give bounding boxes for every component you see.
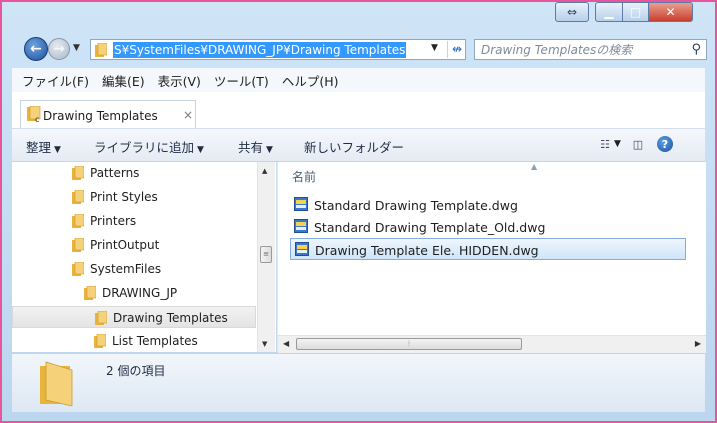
nav-item-label: DRAWING_JP bbox=[102, 286, 178, 300]
organize-button[interactable]: 整理 ▼ bbox=[26, 137, 61, 156]
large-folder-icon bbox=[40, 361, 73, 406]
add-to-library-label: ライブラリに追加 bbox=[94, 140, 195, 155]
folder-icon bbox=[95, 311, 107, 325]
search-input[interactable] bbox=[481, 42, 681, 57]
dwg-file-icon bbox=[295, 242, 309, 256]
menu-tools[interactable]: ツール(T) bbox=[214, 71, 269, 90]
forward-button[interactable]: → bbox=[48, 38, 70, 60]
folder-icon bbox=[95, 43, 107, 57]
file-horizontal-scrollbar[interactable]: ◀ ⦙ ▶ bbox=[278, 335, 706, 353]
menu-help[interactable]: ヘルプ(H) bbox=[282, 71, 339, 90]
folder-icon bbox=[94, 334, 106, 348]
navigation-pane: Patterns Print Styles Printers PrintOutp… bbox=[12, 162, 276, 352]
folder-icon bbox=[84, 286, 96, 300]
folder-icon bbox=[72, 238, 84, 252]
dwg-file-icon bbox=[294, 197, 308, 211]
file-name: Drawing Template Ele. HIDDEN.dwg bbox=[315, 243, 539, 258]
chevron-down-icon: ▼ bbox=[266, 145, 273, 155]
nav-vertical-scrollbar[interactable]: ▲ ≡ ▼ bbox=[257, 162, 275, 352]
scroll-right-icon[interactable]: ▶ bbox=[695, 339, 701, 348]
nav-item-label: Drawing Templates bbox=[113, 311, 228, 325]
history-dropdown-icon[interactable]: ▼ bbox=[73, 43, 80, 53]
tab-prefix: c bbox=[35, 115, 39, 122]
chevron-down-icon: ▼ bbox=[54, 145, 61, 155]
nav-item-list-templates[interactable]: List Templates bbox=[12, 330, 256, 352]
tab-close-icon[interactable]: × bbox=[183, 108, 193, 122]
nav-item-label: Print Styles bbox=[90, 190, 158, 204]
close-icon: ✕ bbox=[665, 5, 676, 19]
address-row: ← → ▼ S¥SystemFiles¥DRAWING_JP¥Drawing T… bbox=[10, 34, 707, 64]
scroll-left-icon[interactable]: ◀ bbox=[283, 339, 289, 348]
menu-file[interactable]: ファイル(F) bbox=[22, 71, 89, 90]
folder-icon bbox=[72, 190, 84, 204]
nav-item-printoutput[interactable]: PrintOutput bbox=[12, 234, 256, 256]
nav-item-printers[interactable]: Printers bbox=[12, 210, 256, 232]
tab-label: Drawing Templates bbox=[43, 109, 158, 123]
maximize-icon: □ bbox=[629, 5, 642, 19]
scrollbar-thumb[interactable]: ⦙ bbox=[296, 338, 522, 350]
details-pane: 2 個の項目 bbox=[12, 353, 705, 412]
search-box[interactable]: ⚲ bbox=[474, 39, 707, 60]
nav-item-label: SystemFiles bbox=[90, 262, 162, 276]
file-list-pane: ▲ 名前 Standard Drawing Template.dwg Stand… bbox=[277, 162, 706, 353]
caption-buttons: ⇔ ▁ □ ✕ bbox=[553, 2, 693, 24]
dwg-file-icon bbox=[294, 219, 308, 233]
nav-item-drawing-jp[interactable]: DRAWING_JP bbox=[12, 282, 256, 304]
item-count: 2 個の項目 bbox=[106, 364, 166, 378]
file-item[interactable]: Standard Drawing Template.dwg bbox=[290, 194, 686, 216]
menu-view[interactable]: 表示(V) bbox=[158, 71, 201, 90]
folder-icon bbox=[72, 262, 84, 276]
nav-item-drawing-templates[interactable]: Drawing Templates bbox=[12, 306, 256, 328]
share-label: 共有 bbox=[238, 140, 264, 155]
sort-ascending-icon: ▲ bbox=[531, 162, 538, 171]
share-button[interactable]: 共有 ▼ bbox=[238, 137, 273, 156]
search-icon[interactable]: ⚲ bbox=[691, 42, 701, 57]
view-controls: ☷ ▼ ◫ ? bbox=[588, 136, 673, 152]
switch-window-button[interactable]: ⇔ bbox=[555, 2, 589, 22]
nav-item-label: Patterns bbox=[90, 166, 140, 180]
nav-item-label: PrintOutput bbox=[90, 238, 160, 252]
view-options-icon[interactable]: ☷ bbox=[596, 136, 614, 152]
tab-drawing-templates[interactable]: c Drawing Templates × bbox=[20, 100, 196, 128]
back-arrow-icon: ← bbox=[30, 41, 42, 57]
address-path-text[interactable]: S¥SystemFiles¥DRAWING_JP¥Drawing Templat… bbox=[113, 42, 407, 58]
menu-edit[interactable]: 編集(E) bbox=[102, 71, 145, 90]
file-name: Standard Drawing Template.dwg bbox=[314, 198, 518, 213]
preview-pane-icon[interactable]: ◫ bbox=[629, 136, 647, 152]
forward-arrow-icon: → bbox=[53, 41, 65, 57]
close-button[interactable]: ✕ bbox=[649, 2, 693, 22]
nav-item-label: List Templates bbox=[112, 334, 198, 348]
menu-bar: ファイル(F) 編集(E) 表示(V) ツール(T) ヘルプ(H) bbox=[12, 68, 705, 92]
new-folder-button[interactable]: 新しいフォルダー bbox=[304, 137, 404, 156]
nav-item-label: Printers bbox=[90, 214, 137, 228]
organize-label: 整理 bbox=[26, 140, 52, 155]
nav-item-print-styles[interactable]: Print Styles bbox=[12, 186, 256, 208]
chevron-down-icon: ▼ bbox=[197, 145, 204, 155]
folder-icon bbox=[72, 214, 84, 228]
maximize-button[interactable]: □ bbox=[623, 2, 649, 22]
refresh-icon[interactable]: ↮ bbox=[447, 41, 466, 58]
switch-icon: ⇔ bbox=[566, 5, 578, 19]
add-to-library-button[interactable]: ライブラリに追加 ▼ bbox=[94, 137, 204, 156]
tab-strip: c Drawing Templates × bbox=[12, 92, 705, 129]
help-icon[interactable]: ? bbox=[656, 136, 673, 152]
nav-item-systemfiles[interactable]: SystemFiles bbox=[12, 258, 256, 280]
address-dropdown-icon[interactable]: ▼ bbox=[431, 43, 438, 53]
file-name: Standard Drawing Template_Old.dwg bbox=[314, 220, 546, 235]
file-item-selected[interactable]: Drawing Template Ele. HIDDEN.dwg bbox=[290, 238, 686, 260]
folder-icon: c bbox=[27, 106, 41, 122]
scrollbar-thumb[interactable]: ≡ bbox=[260, 246, 272, 263]
command-bar: 整理 ▼ ライブラリに追加 ▼ 共有 ▼ 新しいフォルダー ☷ ▼ ◫ ? bbox=[12, 129, 705, 162]
back-button[interactable]: ← bbox=[24, 37, 48, 61]
nav-item-patterns[interactable]: Patterns bbox=[12, 162, 256, 184]
scroll-up-icon[interactable]: ▲ bbox=[262, 167, 267, 175]
folder-icon bbox=[72, 166, 84, 180]
file-item[interactable]: Standard Drawing Template_Old.dwg bbox=[290, 216, 686, 238]
column-header-name[interactable]: 名前 bbox=[292, 168, 316, 185]
chevron-down-icon[interactable]: ▼ bbox=[614, 139, 621, 149]
address-bar[interactable]: S¥SystemFiles¥DRAWING_JP¥Drawing Templat… bbox=[90, 39, 466, 60]
minimize-button[interactable]: ▁ bbox=[595, 2, 623, 22]
scroll-down-icon[interactable]: ▼ bbox=[262, 340, 267, 348]
minimize-icon: ▁ bbox=[604, 5, 614, 19]
